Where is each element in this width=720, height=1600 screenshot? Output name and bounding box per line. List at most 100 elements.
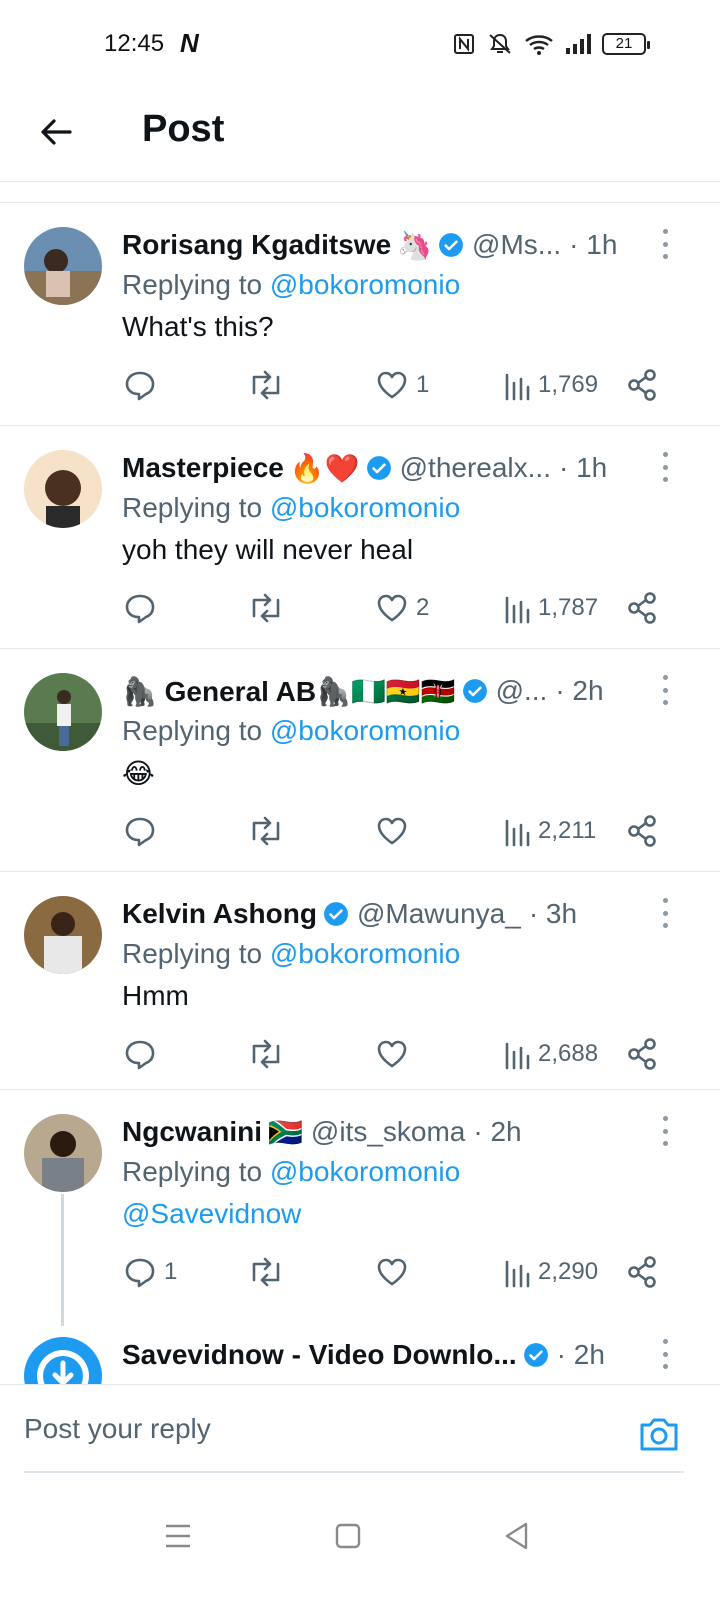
like-button[interactable] (374, 811, 416, 851)
share-icon (628, 1256, 656, 1288)
reply-button[interactable] (122, 365, 164, 405)
avatar[interactable] (24, 673, 102, 751)
reply-tweet[interactable]: Ngcwanini 🇿🇦 @its_skoma · 2h Replying to… (0, 1090, 720, 1313)
replying-to-handle[interactable]: @bokoromonio (270, 269, 460, 300)
avatar[interactable] (24, 450, 102, 528)
author-line: Kelvin Ashong @Mawunya_ · 3h (122, 894, 642, 934)
author-name[interactable]: Savevidnow - Video Downlo... (122, 1339, 517, 1371)
reply-icon (125, 1258, 155, 1288)
share-icon (628, 815, 656, 847)
avatar[interactable] (24, 1114, 102, 1192)
replying-to-handle[interactable]: @bokoromonio (270, 715, 460, 746)
replies-feed[interactable]: Rorisang Kgaditswe 🦄 @Ms... · 1h Replyin… (0, 202, 720, 1384)
signal-icon (566, 34, 591, 54)
avatar[interactable] (24, 1337, 102, 1384)
tweet-text-mention[interactable]: @Savevidnow (122, 1198, 301, 1230)
author-handle[interactable]: @Ms... (472, 229, 561, 261)
replying-to-label: Replying to (122, 715, 270, 746)
reply-composer[interactable]: Post your reply (0, 1384, 720, 1474)
camera-button[interactable] (638, 1415, 680, 1458)
like-button[interactable] (374, 1034, 416, 1074)
notification-n-icon: N (180, 28, 199, 58)
replying-to-handle[interactable]: @bokoromonio (270, 938, 460, 969)
arrow-left-icon (41, 119, 72, 145)
author-line: Savevidnow - Video Downlo... · 2h (122, 1335, 642, 1375)
views-button[interactable]: 1,769 (504, 365, 598, 405)
like-button[interactable] (374, 1252, 416, 1292)
author-handle[interactable]: @... (496, 675, 548, 707)
more-options-icon[interactable] (660, 452, 670, 482)
action-bar: 2,211 (122, 811, 662, 851)
repost-button[interactable] (246, 588, 292, 628)
reply-tweet[interactable]: Masterpiece 🔥❤️ @therealx... · 1h Replyi… (0, 426, 720, 649)
verified-badge-icon (462, 679, 487, 703)
repost-button[interactable] (246, 1252, 292, 1292)
reply-button[interactable] (122, 588, 164, 628)
views-button[interactable]: 1,787 (504, 588, 598, 628)
author-line: Masterpiece 🔥❤️ @therealx... · 1h (122, 448, 642, 488)
views-button[interactable]: 2,290 (504, 1252, 598, 1292)
heart-icon (377, 1258, 407, 1286)
reply-input[interactable]: Post your reply (24, 1413, 211, 1445)
views-button[interactable]: 2,688 (504, 1034, 598, 1074)
more-options-icon[interactable] (660, 1339, 670, 1369)
heart-icon (377, 817, 407, 845)
reply-tweet[interactable]: Savevidnow - Video Downlo... · 2h (0, 1313, 720, 1384)
menu-nav-button[interactable] (158, 1516, 198, 1556)
action-bar: 2 1,787 (122, 588, 662, 628)
more-options-icon[interactable] (660, 229, 670, 259)
share-button[interactable] (626, 811, 658, 851)
reply-icon (125, 371, 155, 401)
author-handle[interactable]: @Mawunya_ (357, 898, 521, 930)
share-icon (628, 1038, 656, 1070)
share-icon (628, 369, 656, 401)
avatar[interactable] (24, 896, 102, 974)
reply-count: 1 (164, 1258, 178, 1285)
like-button[interactable]: 1 (374, 365, 429, 405)
author-name[interactable]: Kelvin Ashong (122, 898, 317, 930)
input-underline (24, 1471, 684, 1473)
reply-button[interactable] (122, 1034, 164, 1074)
replying-to: Replying to @bokoromonio (122, 492, 460, 524)
share-button[interactable] (626, 365, 658, 405)
author-handle[interactable]: @its_skoma (311, 1116, 465, 1148)
author-name[interactable]: Ngcwanini (122, 1116, 262, 1148)
author-name[interactable]: Masterpiece (122, 452, 284, 484)
author-name[interactable]: Rorisang Kgaditswe (122, 229, 391, 261)
verified-badge-icon (366, 456, 391, 480)
share-button[interactable] (626, 1034, 658, 1074)
action-bar: 2,688 (122, 1034, 662, 1074)
more-options-icon[interactable] (660, 675, 670, 705)
share-icon (628, 592, 656, 624)
home-nav-button[interactable] (328, 1516, 368, 1556)
reply-tweet[interactable]: 🦍 General AB🦍🇳🇬🇬🇭🇰🇪 @... · 2h Replying t… (0, 649, 720, 872)
share-button[interactable] (626, 588, 658, 628)
more-options-icon[interactable] (660, 1116, 670, 1146)
replying-to-label: Replying to (122, 269, 270, 300)
views-button[interactable]: 2,211 (504, 811, 596, 851)
replying-to-handle[interactable]: @bokoromonio (270, 492, 460, 523)
avatar[interactable] (24, 227, 102, 305)
author-handle[interactable]: @therealx... (400, 452, 551, 484)
back-button[interactable] (32, 108, 80, 156)
reply-button[interactable] (122, 811, 164, 851)
replying-to-handle[interactable]: @bokoromonio (270, 1156, 460, 1187)
page-title: Post (142, 108, 225, 150)
share-button[interactable] (626, 1252, 658, 1292)
back-nav-button[interactable] (496, 1516, 536, 1556)
author-line: Ngcwanini 🇿🇦 @its_skoma · 2h (122, 1112, 642, 1152)
like-button[interactable]: 2 (374, 588, 429, 628)
author-name[interactable]: 🦍 General AB🦍🇳🇬🇬🇭🇰🇪 (122, 675, 456, 708)
reply-button[interactable]: 1 (122, 1252, 177, 1292)
more-options-icon[interactable] (660, 898, 670, 928)
views-count: 2,290 (538, 1258, 599, 1285)
repost-button[interactable] (246, 1034, 292, 1074)
author-emoji: 🔥❤️ (289, 452, 360, 484)
repost-button[interactable] (246, 365, 292, 405)
thread-connector-line (61, 1194, 64, 1326)
repost-button[interactable] (246, 811, 292, 851)
reply-tweet[interactable]: Rorisang Kgaditswe 🦄 @Ms... · 1h Replyin… (0, 203, 720, 426)
reply-tweet[interactable]: Kelvin Ashong @Mawunya_ · 3h Replying to… (0, 872, 720, 1090)
views-chart-icon (505, 1042, 530, 1070)
tweet-text: yoh they will never heal (122, 534, 414, 565)
